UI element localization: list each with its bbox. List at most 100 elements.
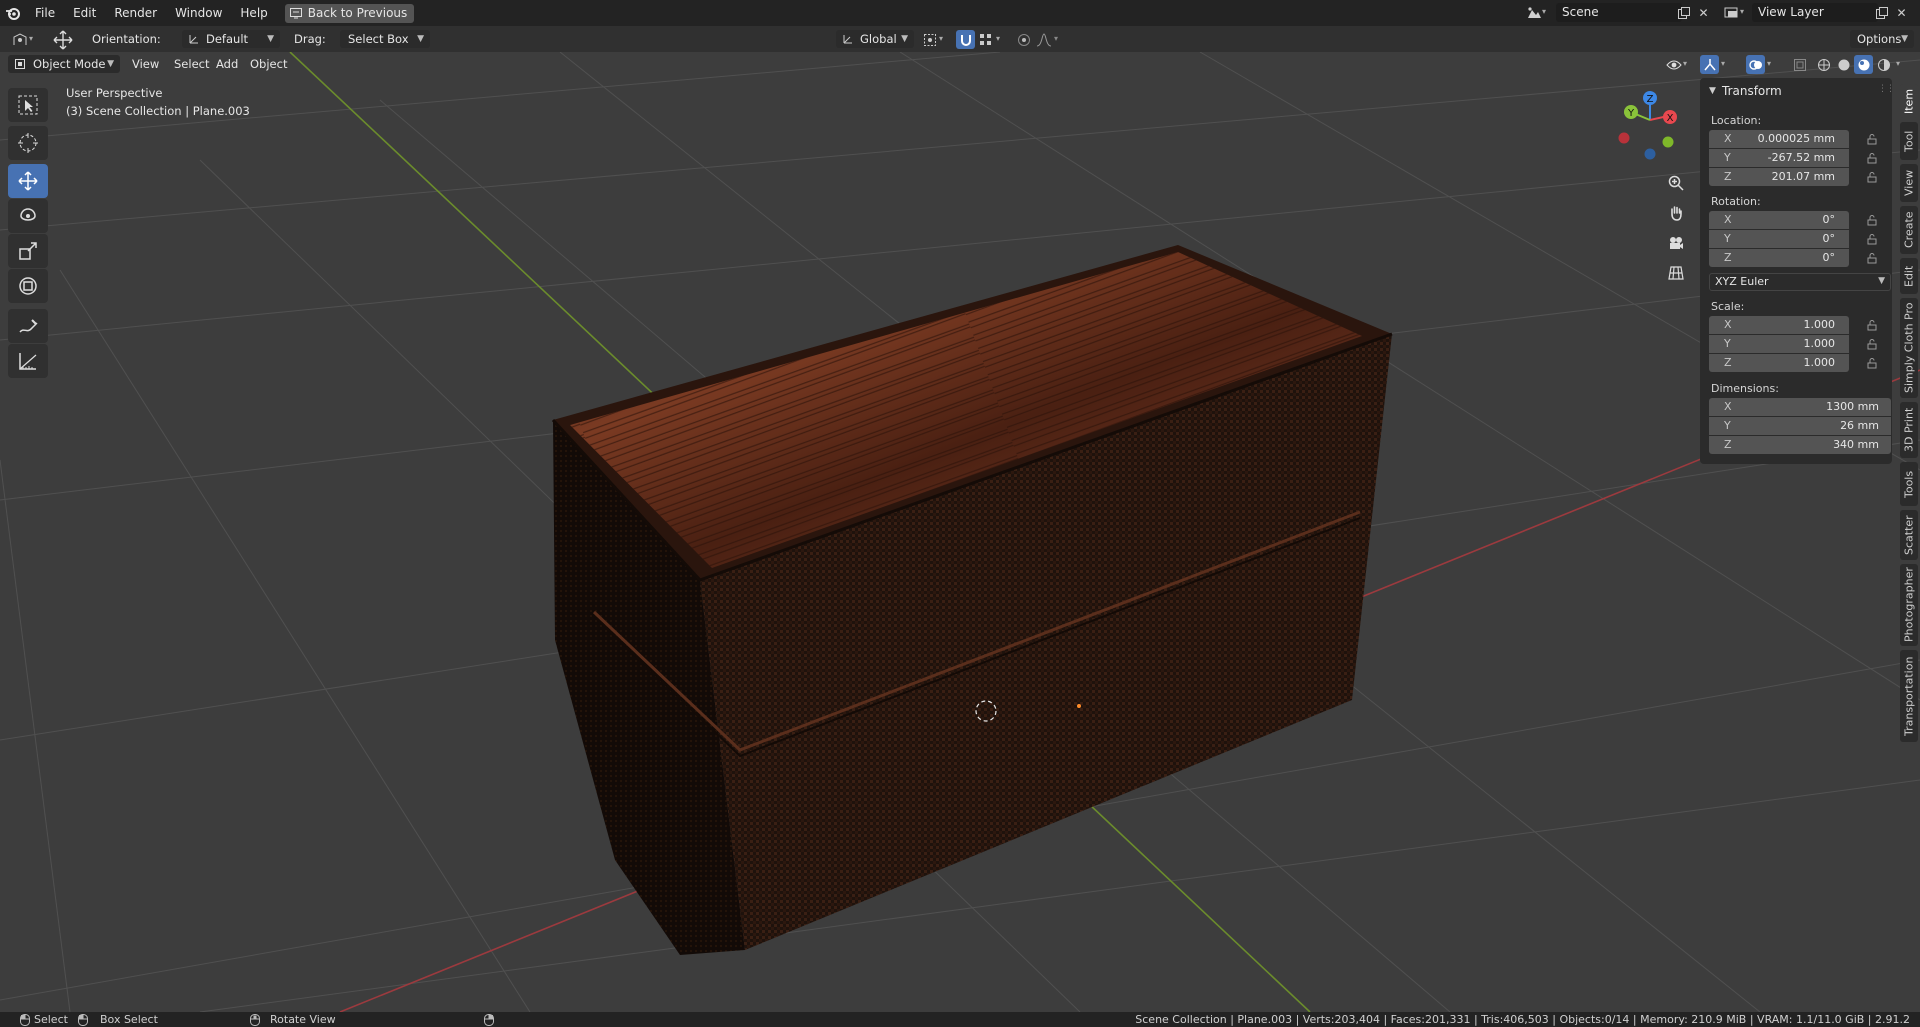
menu-render[interactable]: Render (105, 0, 166, 26)
transform-tool-icon[interactable] (8, 269, 48, 303)
scale-y-field[interactable]: Y 1.000 (1709, 335, 1849, 353)
rendered-shading-icon[interactable] (1874, 55, 1893, 74)
view-perspective-label: User Perspective (66, 86, 163, 100)
close-icon[interactable]: ✕ (1694, 3, 1713, 22)
select-box-tool-icon[interactable] (8, 88, 48, 122)
new-view-layer-icon[interactable] (1872, 3, 1891, 22)
zoom-icon[interactable] (1663, 170, 1689, 196)
lock-icon[interactable] (1866, 133, 1880, 145)
menu-file[interactable]: File (26, 0, 64, 26)
lock-icon[interactable] (1866, 252, 1880, 264)
solid-shading-icon[interactable] (1834, 55, 1853, 74)
scene-name-field[interactable]: Scene (1556, 3, 1682, 22)
pivot-point-icon[interactable] (920, 30, 939, 49)
select-menu[interactable]: Select (168, 55, 215, 73)
wireframe-shading-icon[interactable] (1814, 55, 1833, 74)
dimensions-y-field[interactable]: Y 26 mm (1709, 417, 1891, 435)
mode-dropdown[interactable]: Object Mode ▼ (8, 55, 120, 73)
gizmo-neg-x[interactable] (1618, 132, 1630, 144)
move-tool-icon[interactable] (8, 164, 48, 198)
tab-edit[interactable]: Edit (1900, 258, 1918, 294)
menu-window[interactable]: Window (166, 0, 231, 26)
transform-orientation-value: Global (860, 32, 897, 46)
object-menu[interactable]: Object (244, 55, 293, 73)
move-tool-icon[interactable] (52, 30, 74, 49)
cabinet-model[interactable] (551, 245, 1393, 955)
transform-orientation-dropdown[interactable]: Global ▼ (836, 30, 914, 48)
blender-logo-icon[interactable] (0, 0, 26, 26)
axis-x-label: X (1724, 132, 1732, 145)
add-menu[interactable]: Add (210, 55, 244, 73)
rotation-y-field[interactable]: Y 0° (1709, 230, 1849, 248)
lock-icon[interactable] (1866, 152, 1880, 164)
viewport-header: Object Mode ▼ View Select Add Object ▾ (0, 52, 1700, 76)
tab-scatter[interactable]: Scatter (1900, 510, 1918, 560)
snap-increment-icon[interactable] (976, 30, 995, 49)
pan-hand-icon[interactable] (1663, 200, 1689, 226)
overlays-toggle-icon[interactable] (1746, 55, 1765, 74)
axis-y-label: Y (1724, 419, 1731, 432)
scene-browse-icon[interactable] (1524, 3, 1543, 22)
rotation-mode-dropdown[interactable]: XYZ Euler ▼ (1709, 273, 1891, 291)
tab-view[interactable]: View (1900, 164, 1918, 202)
view-layer-field[interactable]: View Layer (1752, 3, 1878, 22)
view-menu[interactable]: View (126, 55, 165, 73)
tab-photographer[interactable]: Photographer (1900, 564, 1918, 646)
close-icon[interactable]: ✕ (1892, 3, 1911, 22)
scale-z-field[interactable]: Z 1.000 (1709, 354, 1849, 372)
location-x-field[interactable]: X 0.000025 mm (1709, 130, 1849, 148)
rotation-label: Rotation: (1711, 195, 1761, 208)
measure-tool-icon[interactable] (8, 344, 48, 378)
options-dropdown[interactable]: Options ▼ (1850, 30, 1914, 48)
3d-viewport[interactable] (0, 52, 1920, 1012)
menu-help[interactable]: Help (231, 0, 276, 26)
rotation-z-field[interactable]: Z 0° (1709, 249, 1849, 267)
scale-tool-icon[interactable] (8, 234, 48, 268)
back-to-previous-button[interactable]: Back to Previous (284, 3, 415, 23)
dimensions-x-field[interactable]: X 1300 mm (1709, 398, 1891, 416)
tab-transportation[interactable]: Transportation (1900, 650, 1918, 742)
orientation-dropdown[interactable]: Default ▼ (182, 30, 280, 48)
tab-3d-print[interactable]: 3D Print (1900, 402, 1918, 458)
drag-dropdown[interactable]: Select Box ▼ (340, 30, 430, 48)
cursor-tool-icon[interactable] (8, 126, 48, 160)
location-y-field[interactable]: Y -267.52 mm (1709, 149, 1849, 167)
menu-edit[interactable]: Edit (64, 0, 105, 26)
location-z-field[interactable]: Z 201.07 mm (1709, 168, 1849, 186)
collapse-arrow-icon[interactable]: ▼ (1709, 86, 1716, 96)
visibility-eye-icon[interactable] (1664, 55, 1683, 74)
lock-icon[interactable] (1866, 338, 1880, 350)
tab-item[interactable]: Item (1900, 84, 1918, 118)
snap-toggle-icon[interactable] (956, 30, 975, 49)
material-preview-shading-icon[interactable] (1854, 55, 1873, 74)
xray-toggle-icon[interactable] (1790, 55, 1809, 74)
gizmo-neg-z[interactable] (1644, 148, 1656, 160)
gizmo-toggle-icon[interactable] (1700, 55, 1719, 74)
rotate-tool-icon[interactable] (8, 199, 48, 233)
rotation-x-field[interactable]: X 0° (1709, 211, 1849, 229)
tab-create[interactable]: Create (1900, 206, 1918, 254)
tab-simply-cloth-pro[interactable]: Simply Cloth Pro (1900, 298, 1918, 398)
lock-icon[interactable] (1866, 233, 1880, 245)
view-layer-icon[interactable] (1722, 3, 1741, 22)
falloff-curve-icon[interactable] (1034, 30, 1053, 49)
dimensions-z-field[interactable]: Z 340 mm (1709, 436, 1891, 454)
mouse-middle-icon (250, 1014, 260, 1026)
proportional-edit-icon[interactable] (1014, 30, 1033, 49)
tab-tools[interactable]: Tools (1900, 462, 1918, 506)
lock-icon[interactable] (1866, 214, 1880, 226)
navigation-gizmo[interactable]: Z X Y (1610, 88, 1690, 168)
editor-type-icon[interactable] (10, 30, 29, 49)
lock-icon[interactable] (1866, 171, 1880, 183)
scale-x-field[interactable]: X 1.000 (1709, 316, 1849, 334)
lock-icon[interactable] (1866, 357, 1880, 369)
ortho-grid-icon[interactable] (1663, 260, 1689, 286)
gizmo-neg-y[interactable] (1662, 136, 1674, 148)
lock-icon[interactable] (1866, 319, 1880, 331)
chevron-down-icon: ▾ (1683, 59, 1688, 68)
drag-handle-icon[interactable]: ⋮⋮ (1878, 84, 1895, 94)
tab-tool[interactable]: Tool (1900, 122, 1918, 160)
annotate-tool-icon[interactable] (8, 309, 48, 343)
camera-view-icon[interactable] (1663, 230, 1689, 256)
new-scene-icon[interactable] (1674, 3, 1693, 22)
